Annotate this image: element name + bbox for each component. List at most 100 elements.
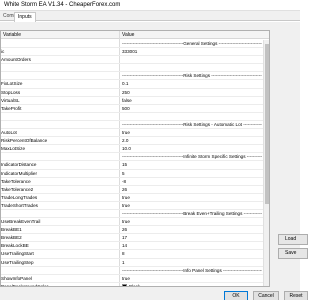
tab-inputs[interactable]: Inputs <box>14 12 36 22</box>
row-variable: UseTrailingStep <box>1 259 34 265</box>
row-value[interactable]: false <box>122 98 262 104</box>
row-value-text: Black <box>129 283 141 287</box>
tab-strip: Common Inputs <box>0 11 300 22</box>
row-value[interactable]: true <box>122 203 262 209</box>
grid-rows: ----------------------------------------… <box>1 40 263 287</box>
grid-row[interactable]: BreakBE1 26 <box>1 226 263 235</box>
grid-row[interactable]: BreakLockBE 14 <box>1 242 263 251</box>
load-button[interactable]: Load <box>278 234 308 245</box>
row-value[interactable]: true <box>122 130 262 136</box>
row-variable: TradeShortTrades <box>1 202 38 208</box>
grid-row[interactable]: ShowInfoPanel true <box>1 275 263 283</box>
grid-row[interactable] <box>1 113 263 121</box>
cancel-button[interactable]: Cancel <box>253 291 279 300</box>
row-variable: VirtualSL <box>1 97 20 103</box>
grid-row[interactable]: StopLoss 250 <box>1 89 263 97</box>
variable-column-header[interactable]: Variable <box>3 32 21 38</box>
scrollbar-thumb[interactable] <box>265 44 269 204</box>
row-variable: TakeProfit <box>1 105 22 111</box>
row-value[interactable]: 0.1 <box>122 81 262 87</box>
row-variable: ShowInfoPanel <box>1 275 32 281</box>
row-value[interactable]: ----------------------------------------… <box>122 122 262 128</box>
row-variable: PanelBackgroundColor <box>1 283 49 287</box>
grid-row[interactable]: ----------------------------------------… <box>1 153 263 162</box>
vertical-scrollbar[interactable] <box>263 40 269 286</box>
grid-row[interactable]: ----------------------------------------… <box>1 72 263 81</box>
grid-row[interactable]: IndicatorMultiplier 5 <box>1 170 263 178</box>
inputs-grid: Variable Value -------------------------… <box>0 30 270 287</box>
grid-row[interactable]: AmountOrders <box>1 56 263 65</box>
row-variable: UseTrailingStart <box>1 251 34 257</box>
grid-row[interactable]: UseTrailingStart 8 <box>1 250 263 259</box>
row-value[interactable]: ----------------------------------------… <box>122 41 262 47</box>
row-variable: StopLoss <box>1 89 21 95</box>
grid-row[interactable]: FixLotSize 0.1 <box>1 80 263 89</box>
row-value[interactable]: ----------------------------------------… <box>122 211 262 217</box>
row-value[interactable]: true <box>122 195 262 201</box>
row-variable: ic <box>1 49 5 55</box>
row-value[interactable]: 333001 <box>122 49 262 55</box>
row-variable: AutoLot <box>1 130 17 136</box>
grid-row[interactable]: AutoLot true <box>1 129 263 138</box>
color-swatch <box>122 284 127 286</box>
grid-row[interactable]: BreakBE2 17 <box>1 234 263 243</box>
row-value[interactable]: 15 <box>122 162 262 168</box>
row-value[interactable]: 2.0 <box>122 138 262 144</box>
ok-button[interactable]: OK <box>224 291 248 300</box>
row-variable: MaxLotSize <box>1 146 26 152</box>
row-value[interactable]: 14 <box>122 243 262 249</box>
row-value[interactable]: 5 <box>122 171 262 177</box>
grid-row[interactable]: ----------------------------------------… <box>1 267 263 275</box>
row-variable: TakeTolerance <box>1 178 31 184</box>
row-variable: TakeTolerance2 <box>1 186 34 192</box>
row-value[interactable]: 26 <box>122 187 262 193</box>
row-value[interactable]: 1 <box>122 260 262 266</box>
row-value[interactable]: true <box>122 276 262 282</box>
grid-row[interactable]: ----------------------------------------… <box>1 121 263 130</box>
row-value[interactable]: 10.0 <box>122 146 262 152</box>
row-variable: IndicatorDistance <box>1 162 37 168</box>
row-variable: AmountOrders <box>1 57 31 63</box>
grid-header: Variable Value <box>1 31 269 39</box>
row-variable: UseBreakEvenTrail <box>1 219 41 225</box>
save-button[interactable]: Save <box>278 248 308 259</box>
grid-row[interactable]: MaxLotSize 10.0 <box>1 145 263 154</box>
value-column-header[interactable]: Value <box>122 32 134 38</box>
grid-row[interactable]: TradeLongTrades true <box>1 194 263 202</box>
row-value[interactable]: ----------------------------------------… <box>122 154 262 160</box>
row-value[interactable]: 17 <box>122 235 262 241</box>
row-variable: BreakBE2 <box>1 235 22 241</box>
title-bar: White Storm EA V1.34 - CheaperForex.com <box>0 0 300 11</box>
window-title: White Storm EA V1.34 - CheaperForex.com <box>4 2 121 8</box>
row-value[interactable]: -8 <box>122 179 262 185</box>
grid-row[interactable]: ic 333001 <box>1 48 263 57</box>
row-variable: BreakBE1 <box>1 227 22 233</box>
row-variable: IndicatorMultiplier <box>1 170 37 176</box>
inputs-panel: Variable Value -------------------------… <box>0 22 308 300</box>
grid-row[interactable] <box>1 64 263 73</box>
grid-row[interactable]: TakeTolerance -8 <box>1 178 263 186</box>
grid-row[interactable]: PanelBackgroundColor Black <box>1 283 263 287</box>
grid-row[interactable]: TradeShortTrades true <box>1 202 263 210</box>
row-variable: TradeLongTrades <box>1 194 38 200</box>
row-value[interactable]: 250 <box>122 90 262 96</box>
row-variable: BreakLockBE <box>1 243 29 249</box>
row-value[interactable]: true <box>122 219 262 225</box>
grid-row[interactable]: UseBreakEvenTrail true <box>1 218 263 227</box>
grid-row[interactable]: ----------------------------------------… <box>1 210 263 219</box>
row-value[interactable]: ----------------------------------------… <box>122 73 262 79</box>
row-variable: FixLotSize <box>1 81 23 87</box>
row-value[interactable]: 500 <box>122 106 262 112</box>
grid-row[interactable]: TakeProfit 500 <box>1 105 263 113</box>
grid-row[interactable]: RiskPercentOfBalance 2.0 <box>1 137 263 146</box>
row-value[interactable]: Black <box>122 283 262 287</box>
grid-row[interactable]: ----------------------------------------… <box>1 40 263 49</box>
row-value[interactable]: 26 <box>122 227 262 233</box>
grid-row[interactable]: VirtualSL false <box>1 97 263 105</box>
row-value[interactable]: ----------------------------------------… <box>122 268 262 274</box>
row-value[interactable]: 8 <box>122 251 262 257</box>
grid-row[interactable]: IndicatorDistance 15 <box>1 161 263 170</box>
reset-button[interactable]: Reset <box>284 291 308 300</box>
grid-row[interactable]: UseTrailingStep 1 <box>1 259 263 267</box>
grid-row[interactable]: TakeTolerance2 26 <box>1 186 263 194</box>
